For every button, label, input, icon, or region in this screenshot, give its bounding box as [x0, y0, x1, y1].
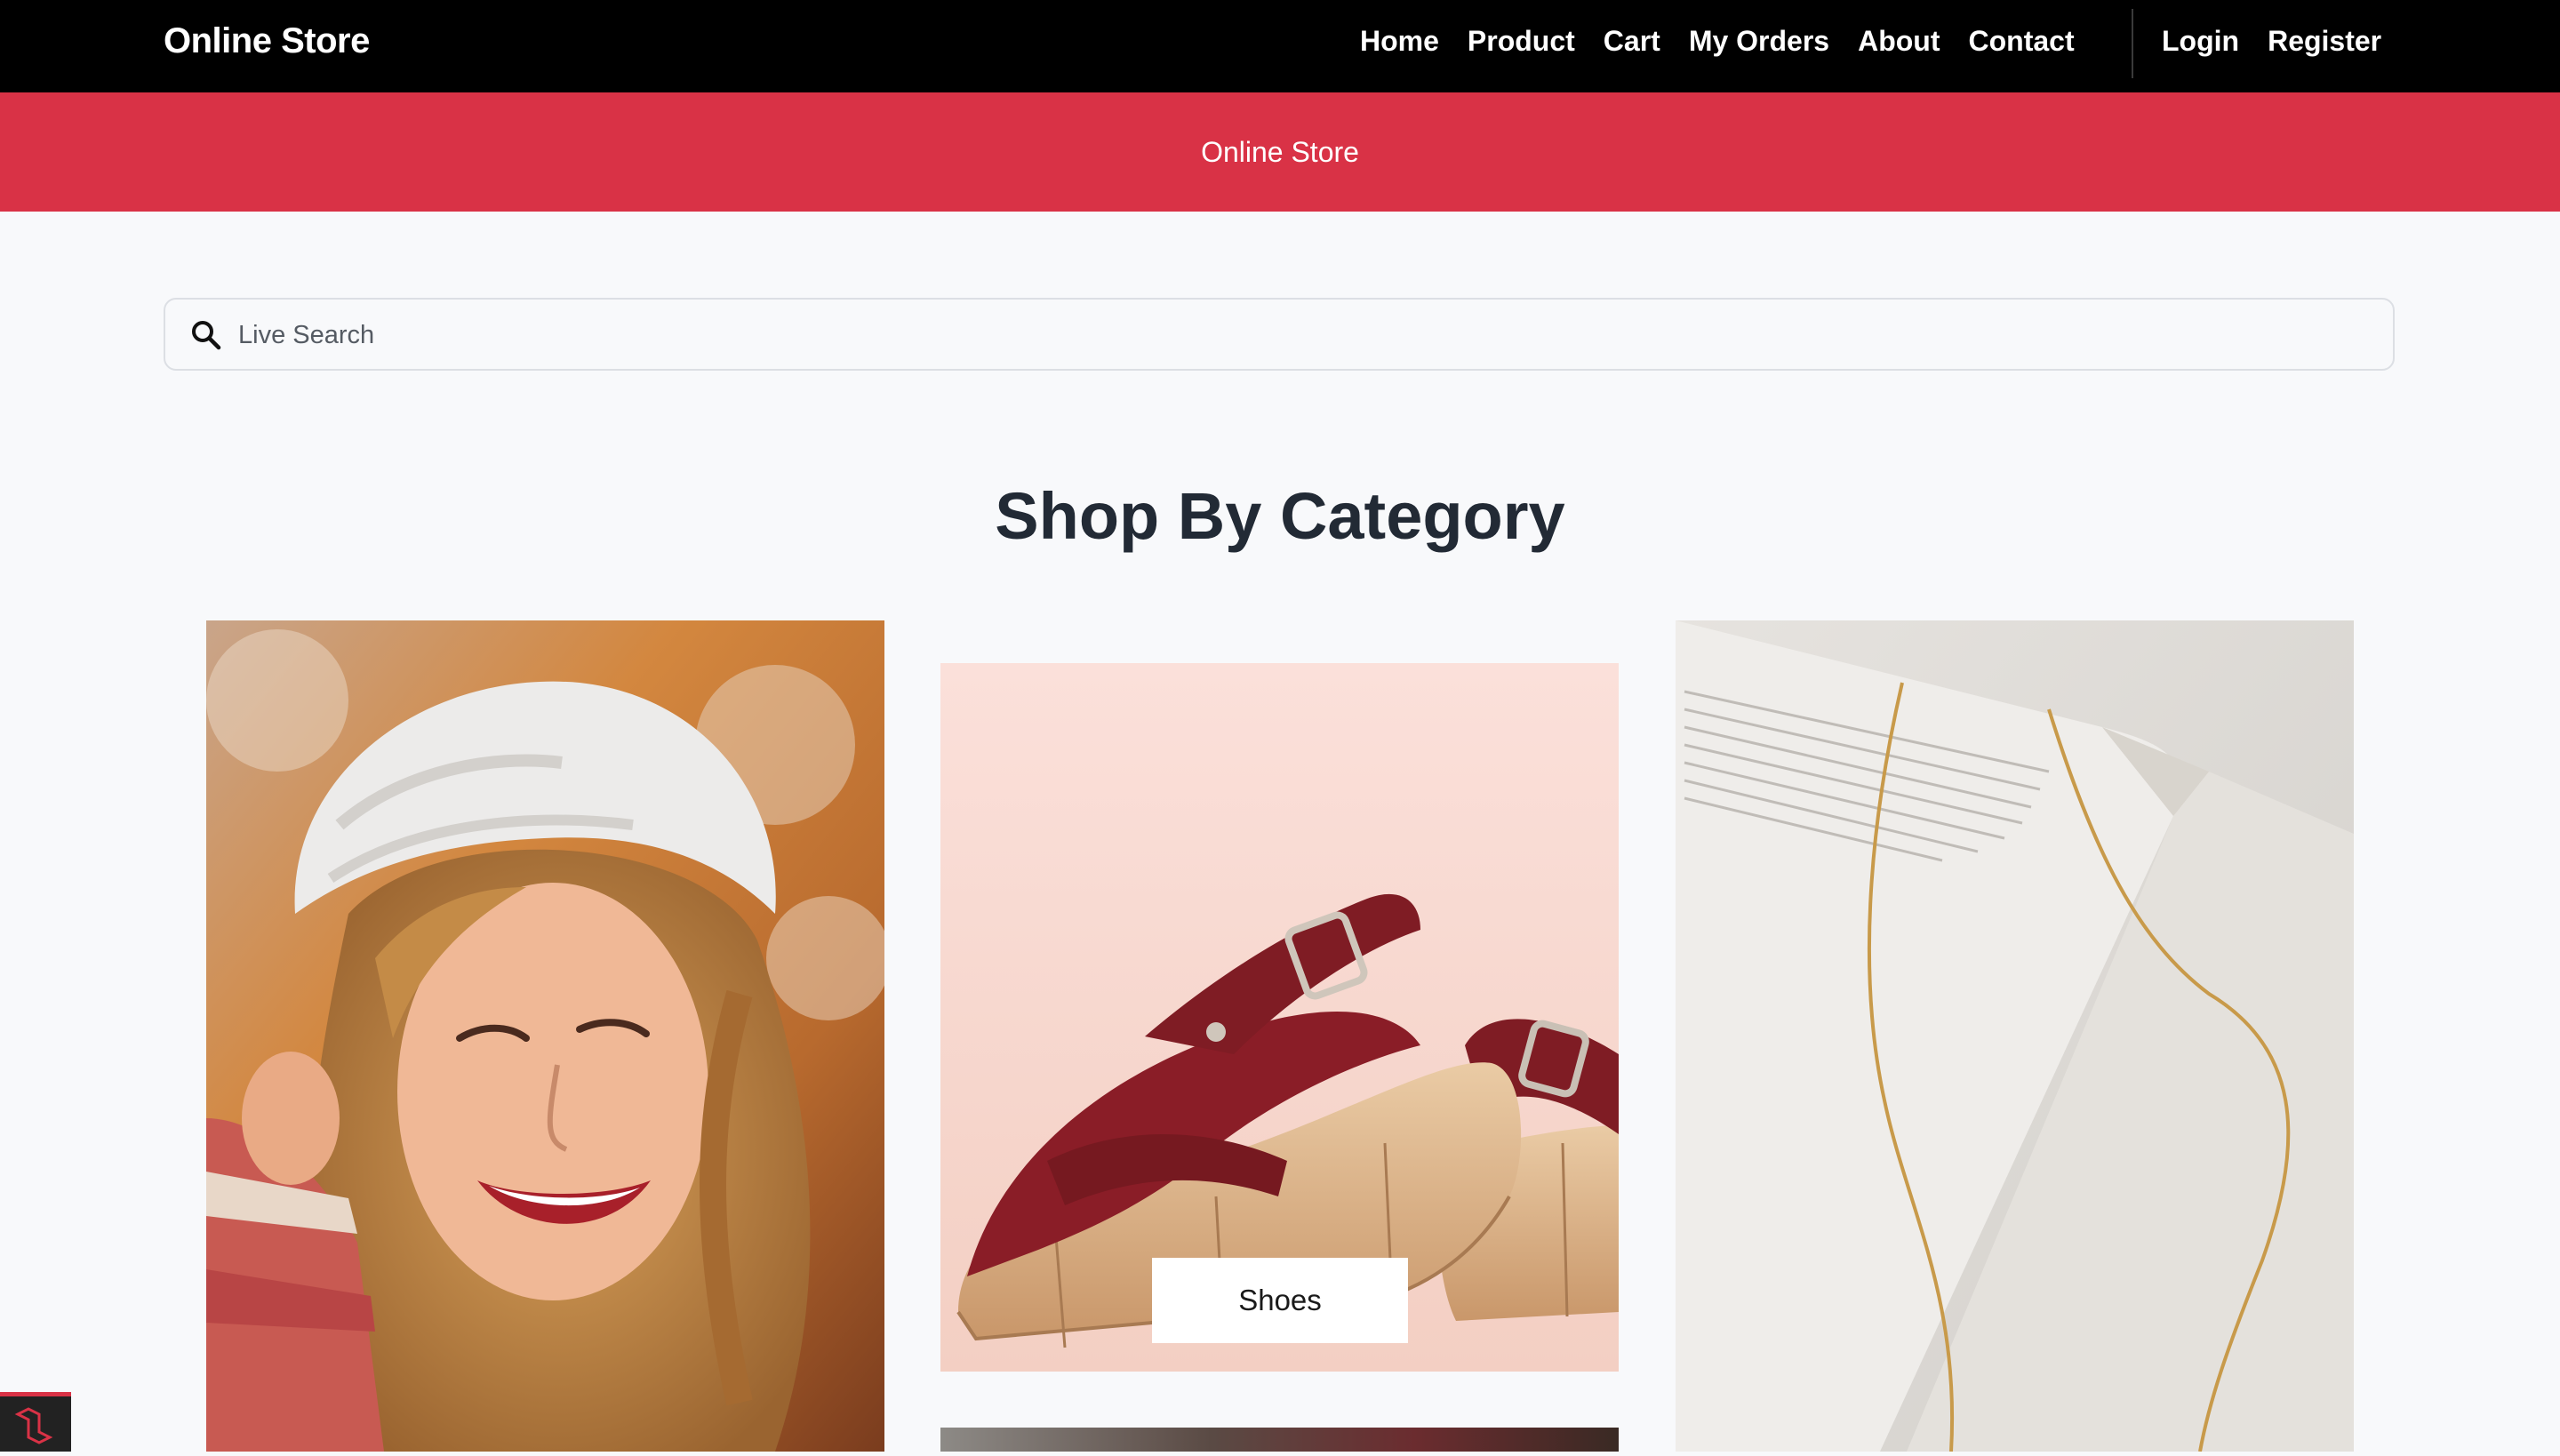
necklace-on-book-photo [1676, 620, 2354, 1452]
top-navbar: Online Store Home Product Cart My Orders… [0, 0, 2560, 92]
category-label-shoes: Shoes [1152, 1258, 1408, 1343]
search-input[interactable] [236, 308, 2356, 362]
search-icon [192, 321, 221, 350]
category-card-jewelry[interactable] [1676, 620, 2354, 1452]
woman-in-knit-hat-photo [206, 620, 884, 1452]
nav-divider [2132, 9, 2133, 78]
hero-banner: Online Store [0, 92, 2560, 212]
nav-product[interactable]: Product [1468, 25, 1575, 58]
nav-contact[interactable]: Contact [1969, 25, 2075, 58]
nav-my-orders[interactable]: My Orders [1689, 25, 1829, 58]
laravel-logo-icon [14, 1407, 53, 1444]
search-box[interactable] [164, 298, 2395, 371]
nav-cart[interactable]: Cart [1604, 25, 1660, 58]
nav-about[interactable]: About [1858, 25, 1940, 58]
category-card-woman[interactable] [206, 620, 884, 1452]
brand-link[interactable]: Online Store [164, 21, 370, 61]
debug-toolbar-icon[interactable] [0, 1392, 71, 1452]
category-photo-partial [940, 1428, 1619, 1452]
category-card-shoes[interactable]: Shoes [940, 663, 1619, 1372]
nav-login[interactable]: Login [2162, 25, 2239, 58]
nav-home[interactable]: Home [1360, 25, 1439, 58]
category-card-bottom[interactable] [940, 1428, 1619, 1452]
auth-nav: Login Register [2162, 25, 2410, 58]
nav-register[interactable]: Register [2268, 25, 2381, 58]
main-nav: Home Product Cart My Orders About Contac… [1360, 25, 2103, 58]
banner-title: Online Store [1201, 135, 1359, 168]
section-title: Shop By Category [995, 479, 1565, 553]
